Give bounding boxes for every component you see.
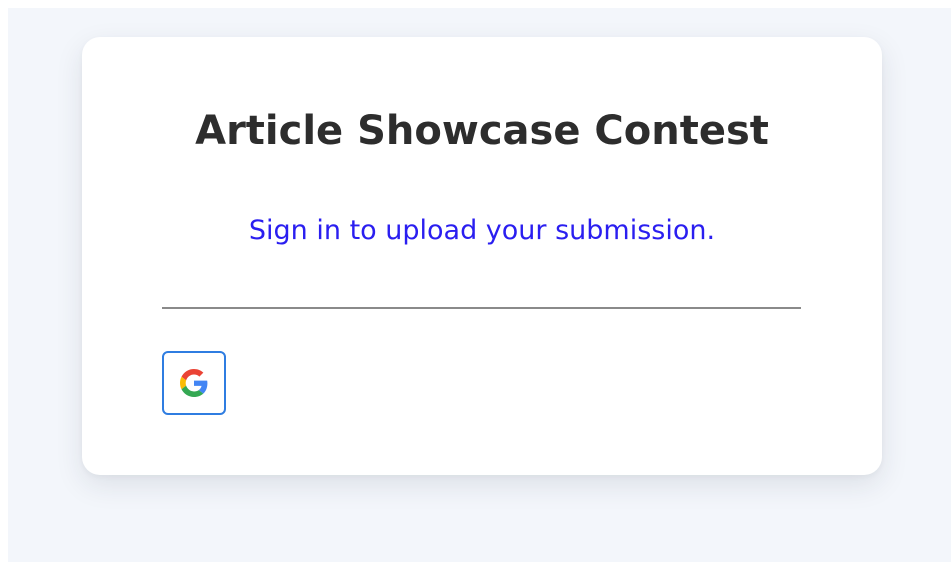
- signin-card: Article Showcase Contest Sign in to uplo…: [82, 37, 882, 475]
- page-title: Article Showcase Contest: [195, 108, 769, 154]
- google-g-icon: [180, 369, 208, 397]
- page-background: Article Showcase Contest Sign in to uplo…: [8, 8, 951, 562]
- signin-prompt: Sign in to upload your submission.: [248, 215, 716, 246]
- google-signin-button[interactable]: [162, 351, 226, 415]
- divider: [162, 307, 801, 309]
